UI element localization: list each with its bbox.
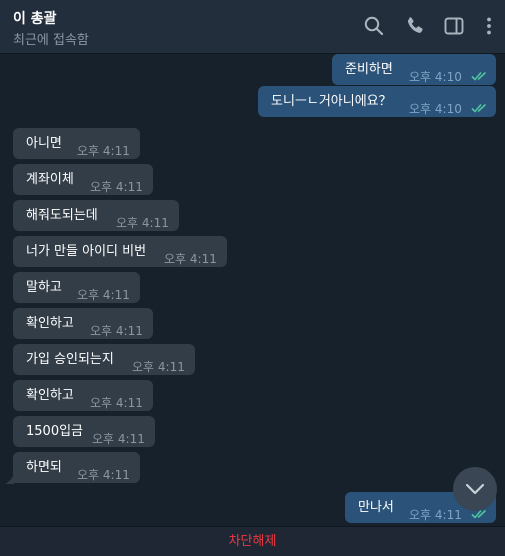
chat-header: 이 총괄 최근에 접속함 <box>0 0 505 54</box>
message-incoming[interactable]: 너가 만들 아이디 비번 오후 4:11 <box>13 236 227 267</box>
scroll-to-bottom-button[interactable] <box>453 467 497 511</box>
message-text: 가입 승인되는지 <box>26 352 114 367</box>
message-text: 하면되 <box>26 460 62 475</box>
message-incoming[interactable]: 계좌이체 오후 4:11 <box>13 164 153 195</box>
unblock-button[interactable]: 차단해제 <box>0 526 505 556</box>
bubble-tail <box>5 474 14 484</box>
chevron-down-icon <box>465 483 485 495</box>
message-incoming[interactable]: 확인하고 오후 4:11 <box>13 308 153 339</box>
message-time: 오후 4:11 <box>90 324 143 338</box>
message-text: 1500입금 <box>26 424 84 439</box>
message-text: 말하고 <box>26 280 62 295</box>
message-time: 오후 4:11 <box>77 468 130 482</box>
message-text: 준비하면 <box>345 62 393 77</box>
message-incoming[interactable]: 아니면 오후 4:11 <box>13 128 140 159</box>
message-text: 해줘도되는데 <box>26 208 98 223</box>
message-incoming[interactable]: 하면되 오후 4:11 <box>13 452 140 483</box>
more-vertical-icon[interactable] <box>477 14 501 38</box>
message-time: 오후 4:11 <box>116 216 169 230</box>
double-check-icon <box>471 103 487 113</box>
message-time: 오후 4:11 <box>164 252 217 266</box>
message-text: 아니면 <box>26 136 62 151</box>
message-outgoing[interactable]: 도니ㅡㄴ거아니에요？ 오후 4:10 <box>258 86 496 117</box>
message-text: 너가 만들 아이디 비번 <box>26 244 147 259</box>
message-time: 오후 4:11 <box>90 396 143 410</box>
last-seen-status: 최근에 접속함 <box>13 33 89 48</box>
message-time: 오후 4:11 <box>132 360 185 374</box>
phone-icon[interactable] <box>403 14 427 38</box>
message-text: 확인하고 <box>26 388 74 403</box>
message-text: 계좌이체 <box>26 172 74 187</box>
message-time: 오후 4:11 <box>77 144 130 158</box>
message-time: 오후 4:10 <box>409 70 462 84</box>
message-incoming[interactable]: 확인하고 오후 4:11 <box>13 380 153 411</box>
message-incoming[interactable]: 1500입금 오후 4:11 <box>13 416 155 447</box>
message-text: 만나서 <box>358 500 394 515</box>
message-time: 오후 4:11 <box>92 432 145 446</box>
message-incoming[interactable]: 해줘도되는데 오후 4:11 <box>13 200 179 231</box>
chat-title[interactable]: 이 총괄 <box>13 8 57 28</box>
sidebar-toggle-icon[interactable] <box>442 14 466 38</box>
message-time: 오후 4:11 <box>409 508 462 522</box>
double-check-icon <box>471 71 487 81</box>
search-icon[interactable] <box>362 14 386 38</box>
message-time: 오후 4:11 <box>77 288 130 302</box>
message-list[interactable]: 준비하면 오후 4:10 도니ㅡㄴ거아니에요？ 오후 4:10 아니면 오후 4… <box>0 54 505 526</box>
message-time: 오후 4:11 <box>90 180 143 194</box>
message-text: 도니ㅡㄴ거아니에요？ <box>271 94 392 109</box>
message-outgoing[interactable]: 준비하면 오후 4:10 <box>332 54 496 85</box>
message-time: 오후 4:10 <box>409 102 462 116</box>
message-incoming[interactable]: 말하고 오후 4:11 <box>13 272 140 303</box>
message-incoming[interactable]: 가입 승인되는지 오후 4:11 <box>13 344 195 375</box>
message-text: 확인하고 <box>26 316 74 331</box>
